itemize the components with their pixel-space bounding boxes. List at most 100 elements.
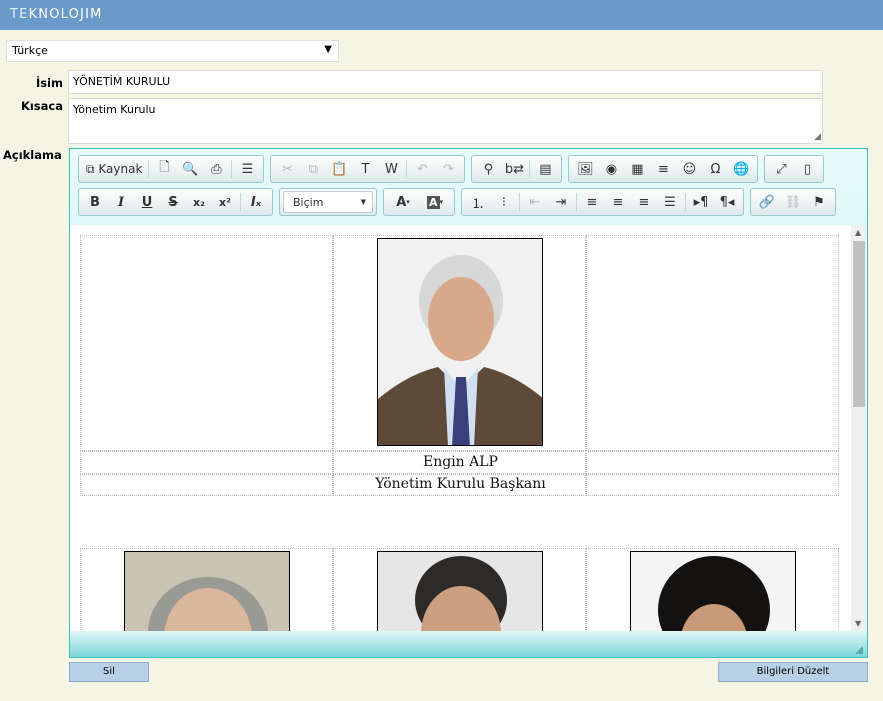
isim-field[interactable]: YÖNETİM KURULU	[68, 70, 823, 94]
language-selected-value: Türkçe	[12, 44, 48, 57]
anchor-flag-icon[interactable]: ⚑	[806, 191, 832, 213]
paste-word-icon[interactable]: W	[378, 158, 404, 180]
toolbar-group-paragraph: ⒈ ⁝ ⇤ ⇥ ≡ ≡ ≡ ☰ ▸¶ ¶◂	[461, 188, 744, 216]
language-select[interactable]: Türkçe ▼	[6, 40, 339, 62]
paste-text-icon[interactable]: T	[352, 158, 378, 180]
board-member-photo	[377, 238, 543, 446]
board-member-photo	[377, 551, 543, 631]
toolbar-separator	[231, 160, 233, 178]
replace-icon[interactable]: b⇄	[501, 158, 527, 180]
kisaca-label: Kısaca	[20, 99, 63, 113]
maximize-icon[interactable]: ⤢	[768, 158, 794, 180]
justify-icon[interactable]: ☰	[657, 191, 683, 213]
special-char-icon[interactable]: Ω	[702, 158, 728, 180]
italic-icon[interactable]: I	[108, 191, 134, 213]
table-cell	[333, 235, 586, 451]
superscript-icon[interactable]: x²	[212, 191, 238, 213]
delete-button[interactable]: Sil	[69, 662, 149, 682]
toolbar-separator	[576, 193, 577, 211]
editor-content[interactable]: Engin ALP Yönetim Kurulu Başkanı	[70, 225, 851, 631]
underline-icon[interactable]: U	[134, 191, 160, 213]
remove-format-icon[interactable]: Iₓ	[243, 191, 269, 213]
iframe-icon[interactable]: 🌐	[728, 158, 754, 180]
bg-color-icon[interactable]: A ▾	[419, 191, 451, 213]
horizontal-rule-icon[interactable]: ≡	[650, 158, 676, 180]
toolbar-group-colors: A ▾ A ▾	[383, 188, 455, 216]
new-page-icon[interactable]: 🗋	[151, 158, 177, 180]
toolbar-separator	[519, 193, 520, 211]
outdent-icon[interactable]: ⇤	[522, 191, 548, 213]
source-icon: ⧉	[86, 161, 99, 176]
toolbar-group-format: Biçim ▼	[279, 188, 377, 216]
toolbar-separator	[240, 193, 241, 211]
find-icon[interactable]: ⚲	[475, 158, 501, 180]
align-left-icon[interactable]: ≡	[579, 191, 605, 213]
bulleted-list-icon[interactable]: ⁝	[491, 191, 517, 213]
table-cell	[80, 474, 333, 496]
kisaca-textarea[interactable]: Yönetim Kurulu ◢	[68, 98, 823, 144]
text-color-icon[interactable]: A ▾	[387, 191, 419, 213]
select-all-icon[interactable]: ▤	[532, 158, 558, 180]
rtl-icon[interactable]: ¶◂	[714, 191, 740, 213]
table-cell	[586, 235, 839, 451]
show-blocks-icon[interactable]: ▯	[794, 158, 820, 180]
align-right-icon[interactable]: ≡	[631, 191, 657, 213]
source-button[interactable]: ⧉ Kaynak	[82, 158, 146, 180]
toolbar-group-links: 🔗 ⛓ ⚑	[750, 188, 836, 216]
smiley-icon[interactable]: ☺	[676, 158, 702, 180]
toolbar-group-document: ⧉ Kaynak 🗋 🔍 ⎙ ☰	[78, 155, 265, 183]
copy-icon[interactable]: ⧉	[300, 158, 326, 180]
kisaca-value: Yönetim Kurulu	[73, 103, 156, 116]
format-combo[interactable]: Biçim ▼	[283, 191, 373, 213]
preview-icon[interactable]: 🔍	[177, 158, 203, 180]
member-title: Yönetim Kurulu Başkanı	[375, 476, 546, 492]
scrollbar-thumb[interactable]	[853, 241, 865, 407]
board-member-photo	[124, 551, 290, 631]
toolbar-row-1: ⧉ Kaynak 🗋 🔍 ⎙ ☰ ✂ ⧉ 📋 T W ↶ ↷ ⚲ b⇄ ▤ 🖼 …	[78, 155, 825, 183]
ltr-icon[interactable]: ▸¶	[688, 191, 714, 213]
rich-text-editor: ⧉ Kaynak 🗋 🔍 ⎙ ☰ ✂ ⧉ 📋 T W ↶ ↷ ⚲ b⇄ ▤ 🖼 …	[69, 148, 868, 658]
chevron-down-icon: ▼	[360, 198, 366, 206]
image-icon[interactable]: 🖼	[572, 158, 598, 180]
toolbar-separator	[148, 160, 150, 178]
toolbar-group-view: ⤢ ▯	[764, 155, 825, 183]
table-icon[interactable]: ▦	[624, 158, 650, 180]
table-cell: Yönetim Kurulu Başkanı	[333, 474, 586, 496]
indent-icon[interactable]: ⇥	[548, 191, 574, 213]
undo-icon[interactable]: ↶	[409, 158, 435, 180]
table-cell	[80, 451, 333, 474]
subscript-icon[interactable]: x₂	[186, 191, 212, 213]
table-cell	[80, 548, 333, 631]
toolbar-separator	[685, 193, 686, 211]
paste-icon[interactable]: 📋	[326, 158, 352, 180]
portrait-illustration	[631, 552, 795, 631]
format-combo-label: Biçim	[293, 195, 324, 209]
templates-icon[interactable]: ☰	[234, 158, 260, 180]
align-center-icon[interactable]: ≡	[605, 191, 631, 213]
flash-icon[interactable]: ◉	[598, 158, 624, 180]
print-icon[interactable]: ⎙	[203, 158, 229, 180]
table-cell	[80, 235, 333, 451]
chevron-down-icon: ▼	[324, 44, 332, 55]
portrait-illustration	[378, 552, 542, 631]
table-cell: Engin ALP	[333, 451, 586, 474]
bold-icon[interactable]: B	[82, 191, 108, 213]
toolbar-row-2: B I U S x₂ x² Iₓ Biçim ▼ A ▾ A ▾ ⒈ ⁝ ⇤ ⇥ ≡	[78, 188, 836, 216]
top-bar: TEKNOLOJIM	[0, 0, 883, 30]
resize-grip-icon[interactable]	[855, 646, 863, 654]
aciklama-label: Açıklama	[3, 148, 62, 162]
redo-icon[interactable]: ↷	[435, 158, 461, 180]
cut-icon[interactable]: ✂	[274, 158, 300, 180]
scroll-down-icon[interactable]: ▼	[855, 619, 861, 628]
unlink-icon[interactable]: ⛓	[780, 191, 806, 213]
editor-scrollbar[interactable]: ▲ ▼	[851, 225, 867, 631]
numbered-list-icon[interactable]: ⒈	[465, 191, 491, 213]
save-button[interactable]: Bilgileri Düzelt	[718, 662, 868, 682]
strike-icon[interactable]: S	[160, 191, 186, 213]
table-cell	[586, 451, 839, 474]
link-icon[interactable]: 🔗	[754, 191, 780, 213]
resize-grip-icon[interactable]: ◢	[814, 132, 821, 142]
portrait-illustration	[125, 552, 289, 631]
isim-label: İsim	[35, 76, 63, 90]
scroll-up-icon[interactable]: ▲	[855, 228, 861, 237]
